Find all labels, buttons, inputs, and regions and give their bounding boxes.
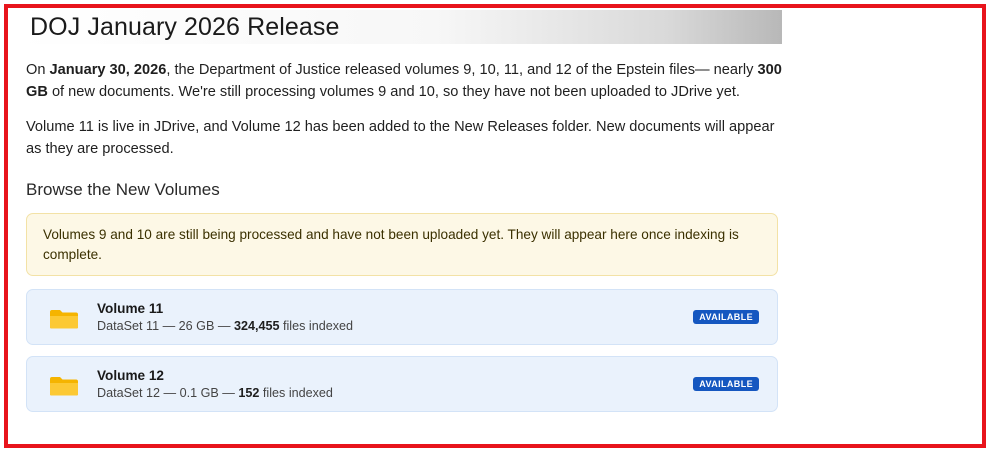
volume-card-11[interactable]: Volume 11 DataSet 11 — 26 GB — 324,455 f… bbox=[26, 289, 778, 345]
volume-files-label: files indexed bbox=[259, 386, 333, 400]
intro-paragraph: On January 30, 2026, the Department of J… bbox=[26, 60, 782, 103]
status-paragraph: Volume 11 is live in JDrive, and Volume … bbox=[26, 119, 775, 157]
volume-meta: DataSet 11 — 26 GB — 324,455 files index… bbox=[97, 319, 353, 333]
article-body: On January 30, 2026, the Department of J… bbox=[26, 60, 782, 423]
volume-title: Volume 11 bbox=[97, 301, 164, 316]
folder-icon bbox=[50, 310, 78, 329]
processing-notice: Volumes 9 and 10 are still being process… bbox=[26, 213, 778, 276]
status-badge: AVAILABLE bbox=[693, 377, 759, 391]
volume-title: Volume 12 bbox=[97, 368, 164, 383]
volume-files-label: files indexed bbox=[279, 319, 354, 333]
folder-icon bbox=[50, 377, 78, 396]
release-date: January 30, 2026 bbox=[49, 62, 167, 78]
page-title: DOJ January 2026 Release bbox=[30, 13, 340, 41]
volume-dataset-size: DataSet 12 — 0.1 GB — bbox=[97, 386, 239, 400]
title-bar: DOJ January 2026 Release bbox=[16, 10, 782, 44]
status-badge: AVAILABLE bbox=[693, 310, 759, 324]
intro-text-2: , the Department of Justice released vol… bbox=[166, 62, 758, 78]
volume-meta: DataSet 12 — 0.1 GB — 152 files indexed bbox=[97, 386, 333, 400]
intro-text-1: On bbox=[26, 62, 50, 78]
volume-card-12[interactable]: Volume 12 DataSet 12 — 0.1 GB — 152 file… bbox=[26, 356, 778, 412]
content-frame: DOJ January 2026 Release On January 30, … bbox=[4, 4, 986, 448]
intro-text-3: of new documents. We're still processing… bbox=[47, 83, 740, 100]
section-heading: Browse the New Volumes bbox=[26, 180, 220, 199]
volume-file-count: 152 bbox=[238, 386, 260, 400]
volume-file-count: 324,455 bbox=[233, 319, 280, 333]
volume-dataset-size: DataSet 11 — 26 GB — bbox=[97, 319, 234, 333]
